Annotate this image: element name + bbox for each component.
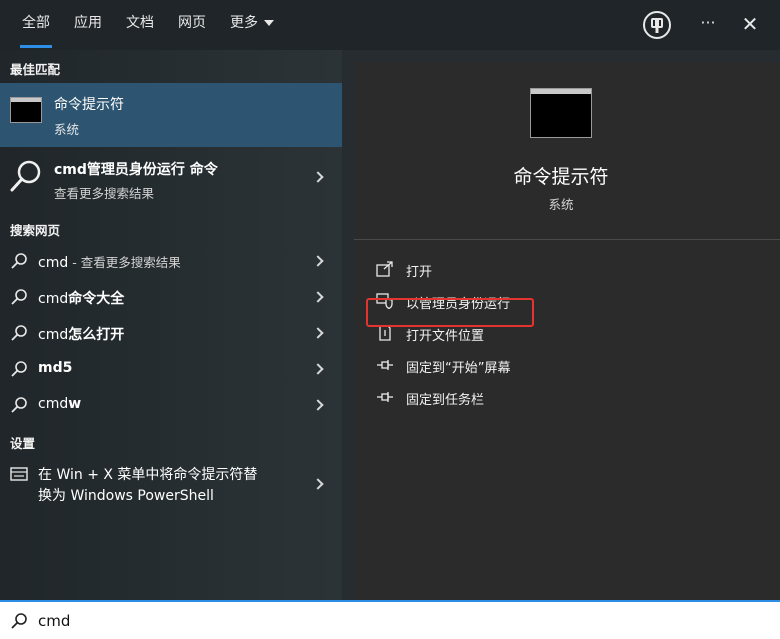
web-result-suffix: w bbox=[68, 396, 82, 412]
detail-panel: 命令提示符 系统 打开 以管理员身份运行 打开文件位置 固定到“开始”屏幕 固定… bbox=[342, 50, 780, 600]
action-run-as-admin-label: 以管理员身份运行 bbox=[406, 297, 511, 312]
web-result-query: cmd bbox=[38, 255, 69, 271]
chevron-down-icon bbox=[264, 20, 274, 26]
web-result-item[interactable]: md5 bbox=[0, 354, 342, 384]
admin-suggestion-subtitle: 查看更多搜索结果 bbox=[54, 186, 155, 201]
web-result-item[interactable]: cmd命令大全 bbox=[0, 282, 342, 312]
action-open-file-location-label: 打开文件位置 bbox=[406, 329, 485, 344]
detail-title: 命令提示符 bbox=[513, 166, 609, 188]
file-location-icon bbox=[379, 325, 391, 341]
chevron-right-icon bbox=[312, 291, 324, 303]
web-result-suffix: 命令大全 bbox=[68, 291, 125, 307]
web-result-item[interactable]: cmd怎么打开 bbox=[0, 318, 342, 348]
web-result-label: cmd怎么打开 bbox=[38, 324, 124, 344]
search-icon bbox=[11, 397, 27, 413]
cmd-app-icon bbox=[10, 97, 42, 123]
pin-icon bbox=[377, 360, 393, 370]
web-result-label: cmdw bbox=[38, 396, 81, 412]
web-result-query: cmd bbox=[38, 291, 69, 307]
chevron-right-icon bbox=[312, 478, 324, 490]
action-pin-to-start-label: 固定到“开始”屏幕 bbox=[406, 361, 511, 376]
chevron-right-icon bbox=[312, 171, 324, 183]
admin-suggestion-item[interactable]: cmd管理员身份运行 命令 查看更多搜索结果 bbox=[0, 147, 342, 209]
search-icon bbox=[11, 361, 27, 377]
close-icon[interactable]: ✕ bbox=[734, 9, 766, 41]
web-result-item[interactable]: cmd - 查看更多搜索结果 bbox=[0, 246, 342, 276]
feedback-icon[interactable] bbox=[641, 9, 673, 41]
settings-list-icon bbox=[10, 466, 28, 481]
action-open-label: 打开 bbox=[406, 265, 433, 280]
web-result-item[interactable]: cmdw bbox=[0, 390, 342, 420]
setting-item-line1: 在 Win + X 菜单中将命令提示符替 bbox=[38, 467, 258, 483]
web-result-query: cmd bbox=[38, 327, 69, 343]
chevron-right-icon bbox=[312, 399, 324, 411]
tab-more[interactable]: 更多 bbox=[230, 0, 274, 50]
search-input[interactable] bbox=[38, 609, 738, 633]
web-result-label: cmd命令大全 bbox=[38, 288, 124, 308]
web-result-label: md5 bbox=[38, 360, 73, 376]
setting-item-winx-powershell[interactable]: 在 Win + X 菜单中将命令提示符替 换为 Windows PowerShe… bbox=[0, 458, 342, 506]
detail-divider bbox=[354, 239, 780, 240]
best-match-title: 命令提示符 bbox=[54, 97, 124, 113]
tab-documents[interactable]: 文档 bbox=[126, 0, 154, 50]
section-best-match: 最佳匹配 bbox=[10, 62, 61, 77]
pin-icon bbox=[377, 392, 393, 402]
section-search-web: 搜索网页 bbox=[10, 223, 61, 238]
more-options-icon[interactable]: ··· bbox=[692, 9, 724, 41]
web-result-query: cmd bbox=[38, 396, 69, 412]
chevron-right-icon bbox=[312, 255, 324, 267]
cmd-app-large-icon bbox=[530, 88, 592, 138]
action-pin-to-taskbar-label: 固定到任务栏 bbox=[406, 393, 485, 408]
search-tabs-bar: 全部 应用 文档 网页 更多 ··· ✕ bbox=[0, 0, 780, 50]
search-icon bbox=[11, 253, 27, 269]
search-bar bbox=[0, 600, 780, 639]
best-match-item[interactable]: 命令提示符 系统 bbox=[0, 83, 342, 147]
shield-admin-icon bbox=[376, 293, 393, 309]
admin-suggestion-title: cmd管理员身份运行 命令 bbox=[54, 162, 218, 178]
tab-web[interactable]: 网页 bbox=[178, 0, 206, 50]
chevron-right-icon bbox=[312, 363, 324, 375]
search-icon bbox=[8, 158, 44, 194]
tab-more-label: 更多 bbox=[230, 15, 258, 31]
detail-card: 命令提示符 系统 打开 以管理员身份运行 打开文件位置 固定到“开始”屏幕 固定… bbox=[354, 62, 780, 600]
tab-apps[interactable]: 应用 bbox=[74, 0, 102, 50]
results-list: 最佳匹配 命令提示符 系统 cmd管理员身份运行 命令 查看更多搜索结果 搜索网… bbox=[0, 50, 342, 600]
web-result-suffix: - 查看更多搜索结果 bbox=[68, 255, 181, 270]
tab-all[interactable]: 全部 bbox=[20, 0, 52, 50]
section-settings: 设置 bbox=[10, 436, 36, 451]
search-icon bbox=[11, 289, 27, 305]
best-match-subtitle: 系统 bbox=[54, 122, 80, 137]
open-icon bbox=[376, 261, 393, 277]
web-result-label: cmd - 查看更多搜索结果 bbox=[38, 252, 181, 271]
detail-subtitle: 系统 bbox=[548, 197, 574, 212]
chevron-right-icon bbox=[312, 327, 324, 339]
search-icon bbox=[11, 613, 27, 629]
search-icon bbox=[11, 325, 27, 341]
setting-item-line2: 换为 Windows PowerShell bbox=[38, 488, 214, 504]
web-result-suffix: 怎么打开 bbox=[68, 327, 125, 343]
